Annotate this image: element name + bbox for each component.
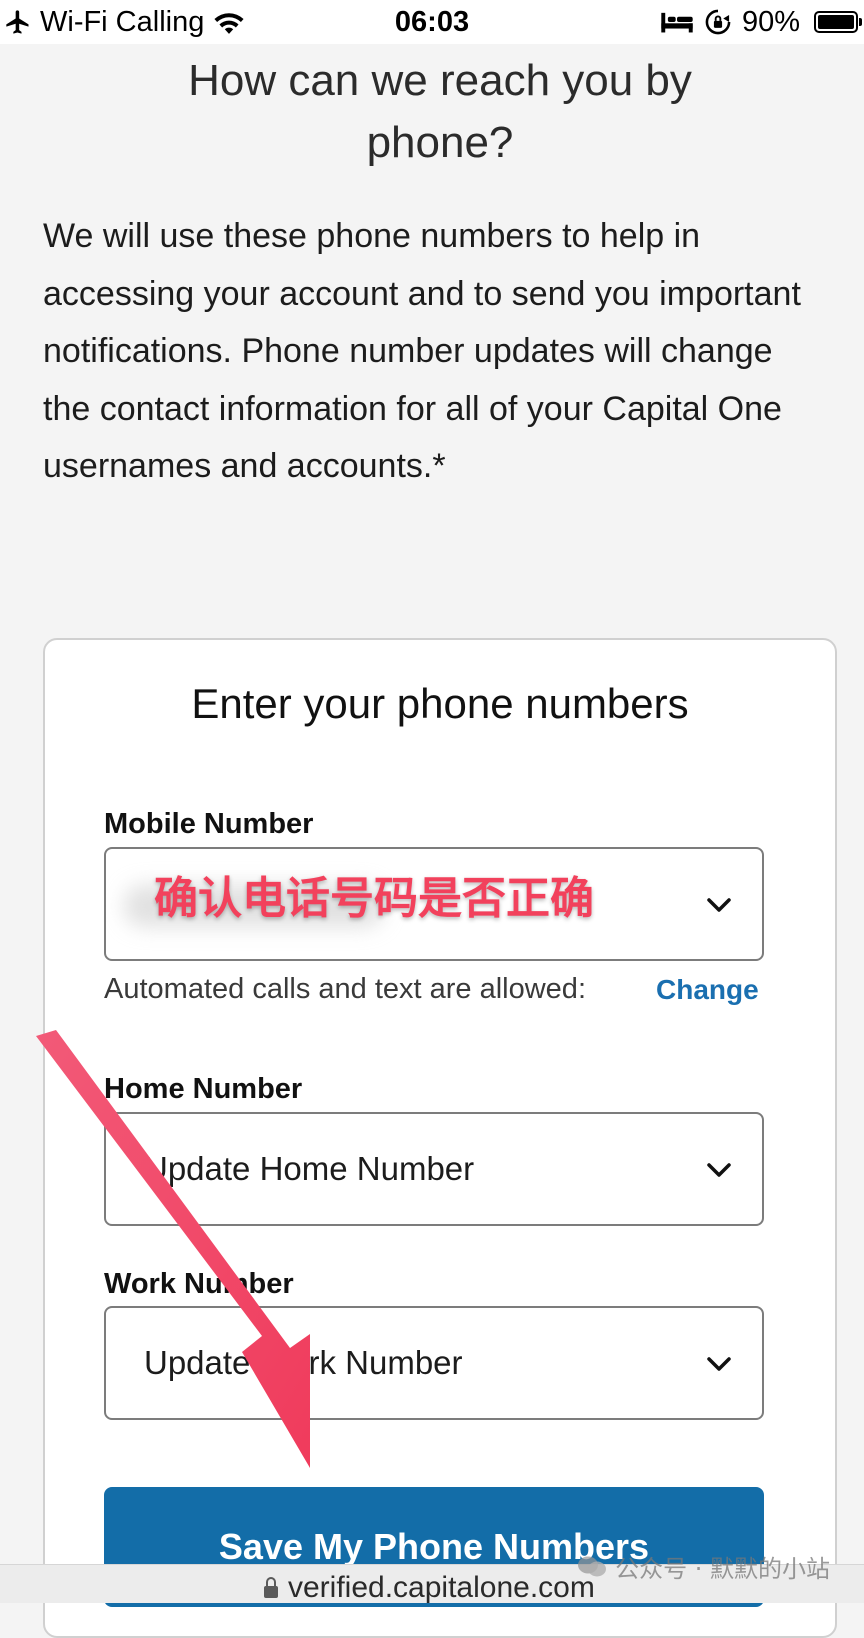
work-number-label: Work Number [104,1268,294,1300]
battery-icon [814,11,862,33]
battery-percent: 90% [741,5,800,38]
rotation-lock-icon [705,9,731,35]
url-text: verified.capitalone.com [288,1571,595,1604]
chevron-down-icon [707,1163,731,1177]
watermark-text: 公众号 · 默默的小站 [615,1555,830,1583]
lock-icon [264,1577,278,1598]
mobile-number-select[interactable]: 确认电话号码是否正确 [104,847,764,961]
intro-text: We will use these phone numbers to help … [43,217,801,485]
annotation-text: 确认电话号码是否正确 [154,873,594,924]
bed-icon [661,12,693,33]
mobile-number-label: Mobile Number [104,808,314,840]
phone-numbers-card: Enter your phone numbers Mobile Number 确… [43,638,837,1638]
page-title: How can we reach you by phone? [188,56,692,167]
work-number-select[interactable]: Update Work Number [104,1306,764,1420]
watermark: 公众号 · 默默的小站 [577,1549,830,1584]
card-title: Enter your phone numbers [191,680,689,727]
battery-level [818,15,854,29]
chevron-down-icon [707,898,731,912]
wechat-icon [578,1556,607,1576]
home-number-select[interactable]: Update Home Number [104,1112,764,1226]
work-number-value: Update Work Number [144,1344,463,1381]
home-number-value: Update Home Number [144,1150,475,1187]
automated-calls-text: Automated calls and text are allowed: [104,973,586,1005]
home-number-label: Home Number [104,1073,303,1105]
status-right: 90% [660,4,862,40]
status-bar: Wi-Fi Calling 06:03 90% [0,0,864,44]
change-link[interactable]: Change [656,974,759,1006]
address-content: verified.capitalone.com [264,1573,595,1603]
chevron-down-icon [707,1357,731,1371]
